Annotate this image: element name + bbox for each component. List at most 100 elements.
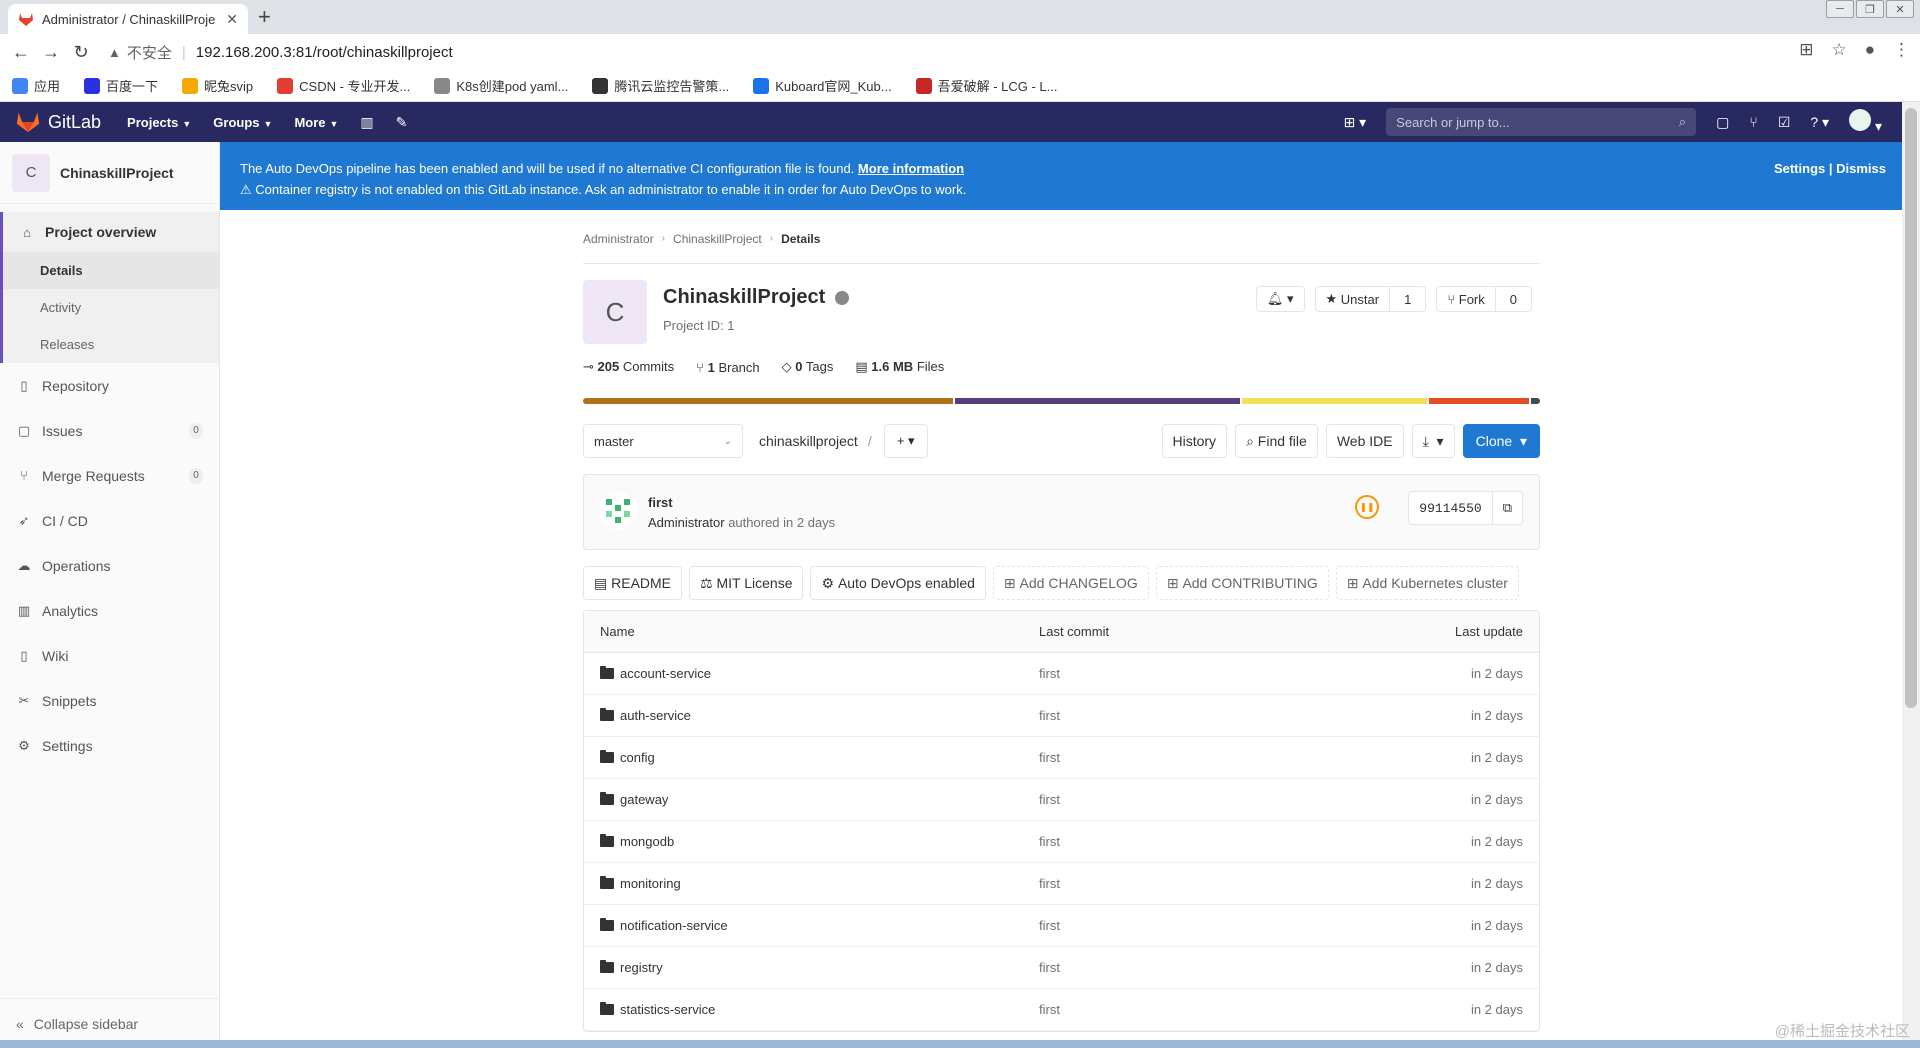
language-segment[interactable]	[1530, 398, 1540, 404]
fork-count[interactable]: 0	[1495, 286, 1532, 312]
close-window-icon[interactable]: ✕	[1886, 0, 1914, 18]
sidebar-project-header[interactable]: C ChinaskillProject	[0, 142, 219, 204]
bookmark-item[interactable]: 昵兔svip	[182, 76, 253, 95]
banner-dismiss-link[interactable]: Dismiss	[1836, 161, 1886, 176]
readme-button[interactable]: ▤ README	[583, 566, 683, 600]
gitlab-logo[interactable]: GitLab	[16, 111, 101, 133]
unstar-button[interactable]: ★ Unstar	[1314, 286, 1391, 312]
sidebar-item-settings[interactable]: ⚙ Settings	[0, 723, 219, 768]
fork-button[interactable]: ⑂ Fork	[1436, 286, 1496, 312]
bookmark-item[interactable]: 应用	[12, 76, 60, 95]
table-row[interactable]: gateway first in 2 days	[584, 779, 1539, 821]
bookmark-star-icon[interactable]: ☆	[1831, 40, 1846, 60]
breadcrumb-details[interactable]: Details	[781, 232, 820, 246]
sidebar-subitem-details[interactable]: Details	[3, 252, 219, 289]
url-field[interactable]: ▲ 不安全 | 192.168.200.3:81/root/chinaskill…	[108, 42, 453, 63]
language-segment[interactable]	[1241, 398, 1427, 404]
add-changelog-button[interactable]: ⊞ Add CHANGELOG	[992, 566, 1149, 600]
web-ide-button[interactable]: Web IDE	[1325, 424, 1404, 458]
forward-icon[interactable]: →	[36, 42, 66, 63]
last-commit-cell[interactable]: first	[1039, 918, 1339, 933]
copy-sha-icon[interactable]: ⧉	[1492, 491, 1523, 525]
bookmark-item[interactable]: 腾讯云监控告警策...	[592, 76, 729, 95]
last-commit-cell[interactable]: first	[1039, 834, 1339, 849]
add-kubernetes-button[interactable]: ⊞ Add Kubernetes cluster	[1335, 566, 1519, 600]
branch-dropdown[interactable]: master ⌄	[583, 424, 743, 458]
sidebar-subitem-activity[interactable]: Activity	[3, 289, 219, 326]
language-segment[interactable]	[955, 398, 1240, 404]
issues-icon[interactable]: ▢	[1716, 114, 1729, 131]
browser-menu-icon[interactable]: ⋮	[1893, 40, 1910, 60]
add-contributing-button[interactable]: ⊞ Add CONTRIBUTING	[1155, 566, 1329, 600]
auto-devops-button[interactable]: ⚙ Auto DevOps enabled	[810, 566, 986, 600]
file-name-cell[interactable]: mongodb	[600, 834, 1039, 849]
identicon-avatar[interactable]	[598, 491, 638, 531]
search-input[interactable]: Search or jump to... ⌕	[1386, 108, 1697, 136]
scrollbar-thumb[interactable]	[1905, 108, 1917, 708]
new-item-icon[interactable]: ⊞ ▾	[1344, 114, 1367, 131]
sidebar-item-snippets[interactable]: ✂ Snippets	[0, 678, 219, 723]
sidebar-item-merge-requests[interactable]: ⑂ Merge Requests 0	[0, 453, 219, 498]
file-name-cell[interactable]: monitoring	[600, 876, 1039, 891]
file-name-cell[interactable]: auth-service	[600, 708, 1039, 723]
table-row[interactable]: mongodb first in 2 days	[584, 821, 1539, 863]
file-name-cell[interactable]: config	[600, 750, 1039, 765]
nav-groups[interactable]: Groups ▼	[213, 115, 272, 130]
table-row[interactable]: account-service first in 2 days	[584, 653, 1539, 695]
browser-tab[interactable]: Administrator / ChinaskillProje ✕	[8, 4, 248, 34]
restore-icon[interactable]: ❐	[1856, 0, 1884, 18]
help-icon[interactable]: ? ▾	[1810, 114, 1829, 131]
reload-icon[interactable]: ↻	[66, 42, 96, 63]
banner-settings-link[interactable]: Settings	[1774, 161, 1825, 176]
table-row[interactable]: registry first in 2 days	[584, 947, 1539, 989]
license-button[interactable]: ⚖ MIT License	[689, 566, 804, 600]
file-name-cell[interactable]: notification-service	[600, 918, 1039, 933]
sidebar-item-issues[interactable]: ▢ Issues 0	[0, 408, 219, 453]
history-button[interactable]: History	[1161, 424, 1228, 458]
profile-icon[interactable]: ●	[1865, 40, 1875, 60]
find-file-button[interactable]: ⌕ Find file	[1235, 424, 1318, 458]
bookmark-item[interactable]: K8s创建pod yaml...	[434, 76, 568, 95]
file-name-cell[interactable]: statistics-service	[600, 1002, 1039, 1017]
table-row[interactable]: auth-service first in 2 days	[584, 695, 1539, 737]
activity-chart-icon[interactable]: ▥	[360, 114, 373, 131]
bookmark-item[interactable]: CSDN - 专业开发...	[277, 76, 410, 95]
last-commit-cell[interactable]: first	[1039, 666, 1339, 681]
download-button[interactable]: ⤓ ▾	[1411, 424, 1455, 458]
bookmark-item[interactable]: 百度一下	[84, 76, 158, 95]
breadcrumb-project[interactable]: ChinaskillProject	[673, 232, 762, 246]
table-row[interactable]: statistics-service first in 2 days	[584, 989, 1539, 1031]
last-commit-cell[interactable]: first	[1039, 960, 1339, 975]
file-name-cell[interactable]: registry	[600, 960, 1039, 975]
page-scrollbar[interactable]	[1902, 102, 1920, 1040]
sidebar-item-wiki[interactable]: ▯ Wiki	[0, 633, 219, 678]
commit-message[interactable]: first	[648, 495, 673, 510]
clone-button[interactable]: Clone ▾	[1462, 424, 1540, 458]
sidebar-item-repository[interactable]: ▯ Repository	[0, 363, 219, 408]
notification-bell-button[interactable]: 🔔︎ ▾	[1255, 286, 1305, 312]
sidebar-item-operations[interactable]: ☁ Operations	[0, 543, 219, 588]
file-name-cell[interactable]: gateway	[600, 792, 1039, 807]
last-commit-cell[interactable]: first	[1039, 1002, 1339, 1017]
nav-projects[interactable]: Projects ▼	[127, 115, 191, 130]
bookmark-item[interactable]: Kuboard官网_Kub...	[753, 76, 892, 95]
back-icon[interactable]: ←	[6, 42, 36, 63]
user-avatar[interactable]: ▾	[1849, 109, 1882, 135]
nav-more[interactable]: More ▼	[294, 115, 338, 130]
admin-wrench-icon[interactable]: ✎	[396, 114, 408, 131]
language-segment[interactable]	[1428, 398, 1529, 404]
merge-request-icon[interactable]: ⑂	[1749, 114, 1757, 130]
commit-sha[interactable]: 99114550	[1408, 491, 1493, 525]
sidebar-item-project-overview[interactable]: ⌂ Project overview	[3, 212, 219, 252]
close-tab-icon[interactable]: ✕	[226, 11, 238, 28]
sidebar-item-analytics[interactable]: ▥ Analytics	[0, 588, 219, 633]
todo-icon[interactable]: ☑	[1778, 114, 1791, 131]
table-row[interactable]: monitoring first in 2 days	[584, 863, 1539, 905]
sidebar-item-ci-cd[interactable]: ➶ CI / CD	[0, 498, 219, 543]
language-segment[interactable]	[583, 398, 954, 404]
bookmark-item[interactable]: 吾爱破解 - LCG - L...	[915, 76, 1058, 95]
commit-author[interactable]: Administrator	[648, 515, 725, 530]
more-information-link[interactable]: More information	[858, 161, 964, 176]
translate-icon[interactable]: ⊞	[1799, 40, 1813, 60]
star-count[interactable]: 1	[1390, 286, 1427, 312]
